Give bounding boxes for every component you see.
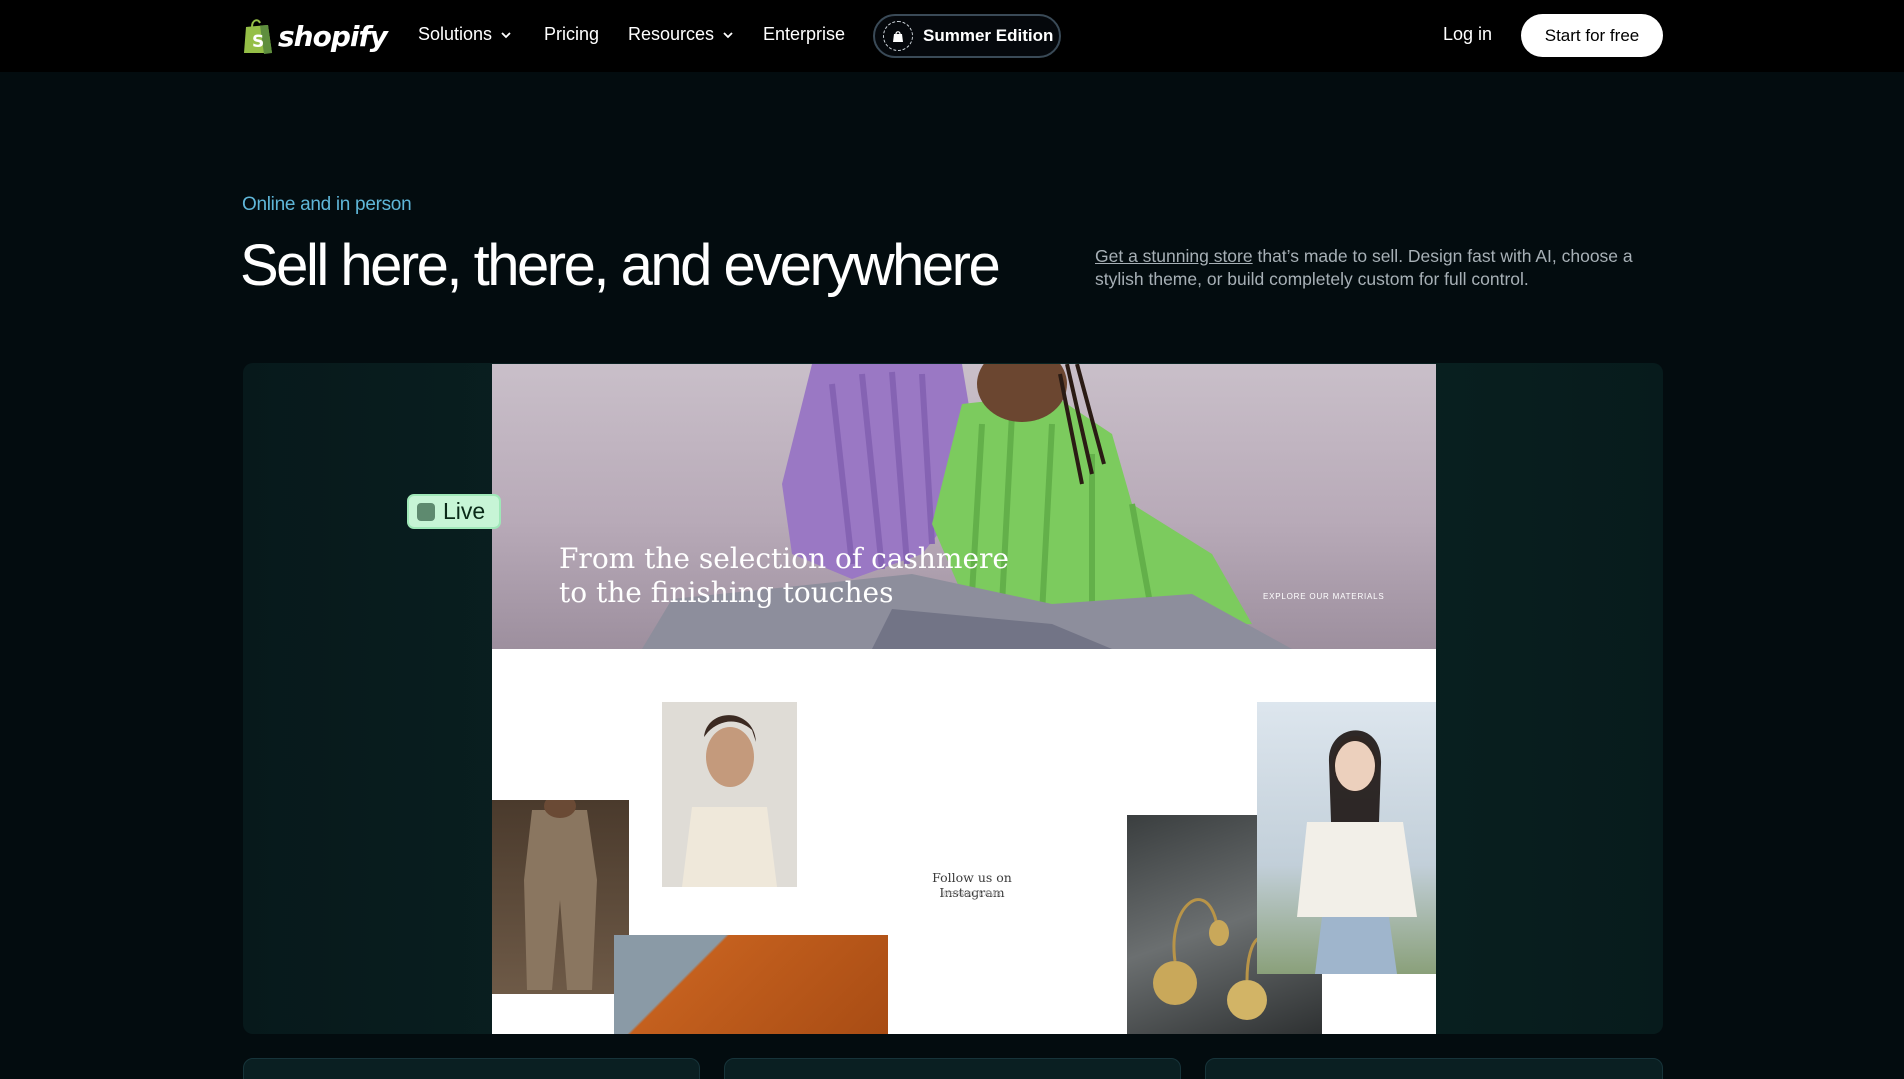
nav-pricing[interactable]: Pricing bbox=[544, 24, 599, 45]
shopify-logo[interactable]: S shopify bbox=[242, 16, 388, 56]
login-link[interactable]: Log in bbox=[1443, 24, 1492, 45]
banner-title-line1: From the selection of cashmere bbox=[559, 542, 1009, 575]
banner-title-line2: to the finishing touches bbox=[559, 576, 894, 609]
start-for-free-button[interactable]: Start for free bbox=[1521, 14, 1663, 57]
banner-title: From the selection of cashmere to the fi… bbox=[559, 542, 1009, 610]
product-photo-loungewear[interactable] bbox=[492, 800, 629, 994]
hero-description: Get a stunning store that’s made to sell… bbox=[1095, 245, 1675, 291]
explore-materials-link[interactable]: EXPLORE OUR MATERIALS bbox=[1263, 592, 1385, 601]
feature-card-1[interactable] bbox=[243, 1058, 700, 1079]
nav-pricing-label: Pricing bbox=[544, 24, 600, 44]
product-photo-knit[interactable] bbox=[614, 935, 888, 1034]
live-status-badge: Live bbox=[407, 494, 501, 529]
hero-eyebrow: Online and in person bbox=[242, 194, 412, 215]
live-label: Live bbox=[443, 498, 486, 524]
summer-edition-button[interactable]: Summer Edition bbox=[873, 14, 1061, 58]
hero-headline: Sell here, there, and everywhere bbox=[240, 233, 1001, 298]
feature-card-3[interactable] bbox=[1205, 1058, 1663, 1079]
stunning-store-link[interactable]: Get a stunning store bbox=[1095, 246, 1253, 266]
nav-enterprise-label: Enterprise bbox=[763, 24, 846, 44]
hero-banner-image: From the selection of cashmere to the fi… bbox=[492, 364, 1436, 649]
nav-solutions[interactable]: Solutions bbox=[418, 24, 512, 45]
store-preview: From the selection of cashmere to the fi… bbox=[492, 364, 1436, 1034]
edition-label: Summer Edition bbox=[923, 26, 1054, 45]
chevron-down-icon bbox=[501, 31, 511, 38]
instagram-handle[interactable]: @BRANDNAME bbox=[912, 891, 1032, 898]
top-nav: S shopify Solutions Pricing Resources En… bbox=[0, 0, 1904, 72]
logo-wordmark: shopify bbox=[278, 19, 388, 53]
edition-badge-icon bbox=[883, 21, 913, 51]
svg-text:S: S bbox=[252, 32, 264, 52]
nav-solutions-label: Solutions bbox=[418, 24, 493, 44]
live-indicator-icon bbox=[417, 502, 435, 521]
product-photo-cream-shirt[interactable] bbox=[662, 702, 797, 887]
nav-enterprise[interactable]: Enterprise bbox=[763, 24, 845, 45]
shopping-bag-icon: S bbox=[242, 17, 274, 55]
store-showcase: From the selection of cashmere to the fi… bbox=[243, 363, 1663, 1034]
product-photo-cardigan[interactable] bbox=[1257, 702, 1436, 974]
nav-resources[interactable]: Resources bbox=[628, 24, 734, 45]
nav-resources-label: Resources bbox=[628, 24, 715, 44]
feature-card-2[interactable] bbox=[724, 1058, 1181, 1079]
chevron-down-icon bbox=[723, 31, 733, 38]
